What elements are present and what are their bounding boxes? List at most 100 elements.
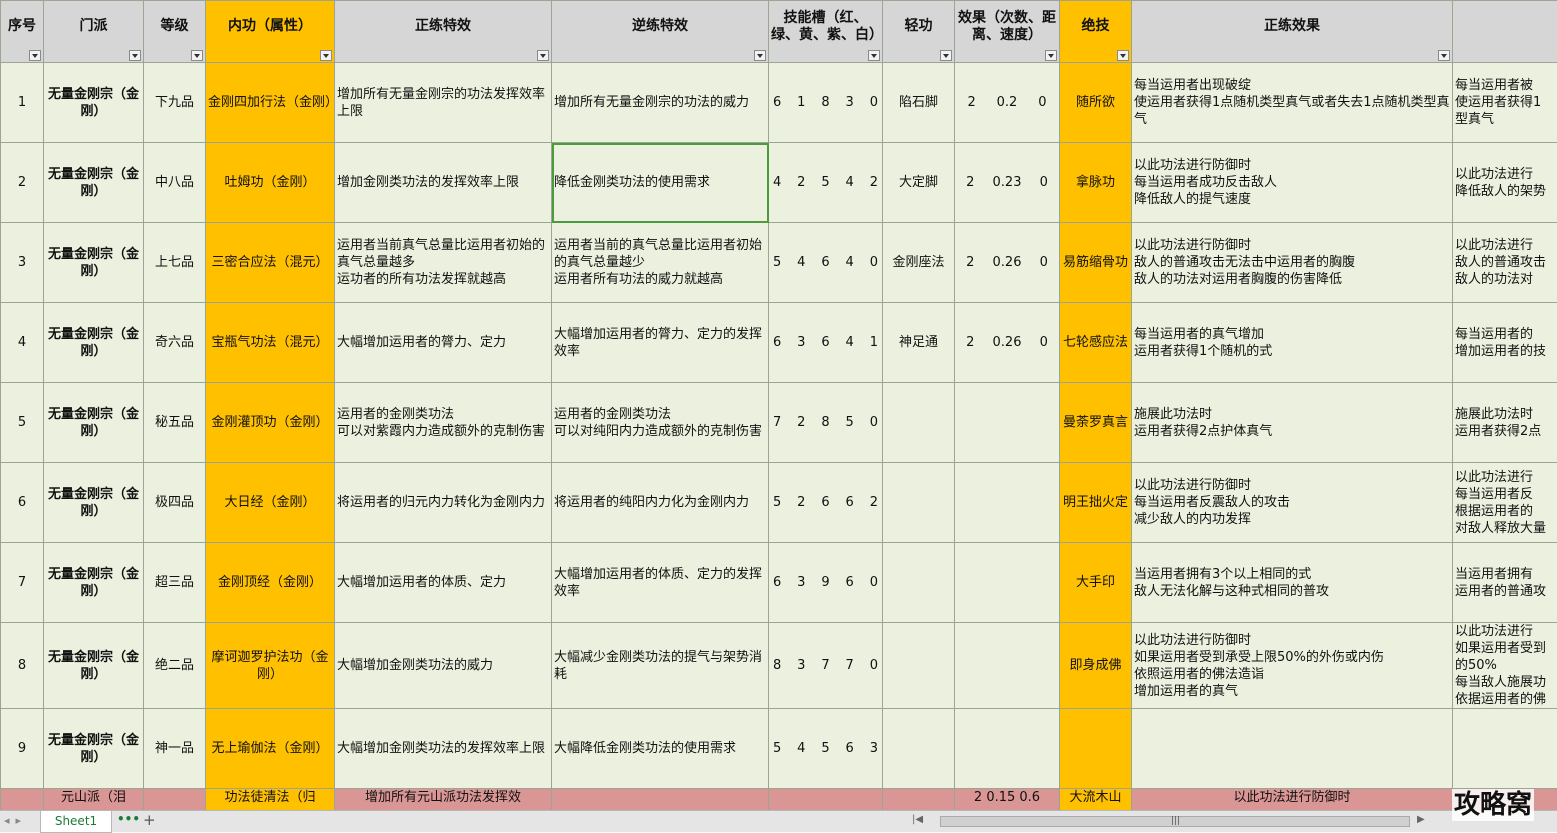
cell-qinggong[interactable]: [883, 463, 955, 543]
column-header[interactable]: 效果（次数、距离、速度）: [955, 1, 1060, 63]
column-header[interactable]: 轻功: [883, 1, 955, 63]
cell-ni-result[interactable]: 以此功法进行每当运用者反根据运用者的对敌人释放大量: [1453, 463, 1557, 543]
cell-ni-effect-special[interactable]: 运用者当前的真气总量比运用者初始的真气总量越少运用者所有功法的威力就越高: [552, 223, 769, 303]
sheet-tab-sheet1[interactable]: Sheet1: [40, 811, 112, 833]
cell-qinggong[interactable]: 神足通: [883, 303, 955, 383]
cell-zheng-result[interactable]: 以此功法进行防御时如果运用者受到承受上限50%的外伤或内伤依照运用者的佛法造诣增…: [1132, 623, 1453, 709]
cell-sect[interactable]: 无量金刚宗（金刚）: [44, 63, 144, 143]
cell-skill-slots[interactable]: 83770: [769, 623, 883, 709]
cell-neigong[interactable]: 大日经（金刚）: [206, 463, 335, 543]
cell-partial[interactable]: 功法徒清法（归: [206, 789, 335, 811]
cell-ni-result[interactable]: 当运用者拥有运用者的普通攻: [1453, 543, 1557, 623]
cell-partial[interactable]: [883, 789, 955, 811]
column-header[interactable]: 正练效果: [1132, 1, 1453, 63]
column-header[interactable]: 正练特效: [335, 1, 552, 63]
cell-neigong[interactable]: 金刚四加行法（金刚）: [206, 63, 335, 143]
cell-neigong[interactable]: 无上瑜伽法（金刚）: [206, 709, 335, 789]
cell-qinggong[interactable]: [883, 383, 955, 463]
filter-dropdown-icon[interactable]: [868, 50, 880, 61]
cell-index[interactable]: 3: [1, 223, 44, 303]
cell-ni-result[interactable]: 以此功法进行降低敌人的架势: [1453, 143, 1557, 223]
column-header[interactable]: 序号: [1, 1, 44, 63]
cell-neigong[interactable]: 宝瓶气功法（混元）: [206, 303, 335, 383]
cell-skill-slots[interactable]: 54640: [769, 223, 883, 303]
cell-ni-effect-special[interactable]: 将运用者的纯阳内力化为金刚内力: [552, 463, 769, 543]
column-header[interactable]: 等级: [144, 1, 206, 63]
cell-ni-result[interactable]: 以此功法进行如果运用者受到的50%每当敌人施展功依据运用者的佛: [1453, 623, 1557, 709]
cell-zheng-result[interactable]: 以此功法进行防御时每当运用者成功反击敌人降低敌人的提气速度: [1132, 143, 1453, 223]
cell-index[interactable]: 8: [1, 623, 44, 709]
filter-dropdown-icon[interactable]: [940, 50, 952, 61]
cell-partial[interactable]: [1, 789, 44, 811]
cell-zheng-effect-special[interactable]: 大幅增加金刚类功法的发挥效率上限: [335, 709, 552, 789]
cell-index[interactable]: 6: [1, 463, 44, 543]
column-header[interactable]: [1453, 1, 1557, 63]
cell-zheng-result[interactable]: 以此功法进行防御时每当运用者反震敌人的攻击减少敌人的内功发挥: [1132, 463, 1453, 543]
cell-effect-values[interactable]: 20.230: [955, 143, 1060, 223]
cell-skill-slots[interactable]: 54563: [769, 709, 883, 789]
cell-sect[interactable]: 无量金刚宗（金刚）: [44, 143, 144, 223]
cell-neigong[interactable]: 金刚灌顶功（金刚）: [206, 383, 335, 463]
cell-ni-effect-special[interactable]: 大幅降低金刚类功法的使用需求: [552, 709, 769, 789]
cell-jueji[interactable]: 曼荼罗真言: [1060, 383, 1132, 463]
column-header[interactable]: 逆练特效: [552, 1, 769, 63]
cell-sect[interactable]: 无量金刚宗（金刚）: [44, 463, 144, 543]
cell-effect-values[interactable]: [955, 463, 1060, 543]
cell-grade[interactable]: 神一品: [144, 709, 206, 789]
filter-dropdown-icon[interactable]: [29, 50, 41, 61]
cell-qinggong[interactable]: [883, 543, 955, 623]
filter-dropdown-icon[interactable]: [320, 50, 332, 61]
cell-zheng-effect-special[interactable]: 增加所有无量金刚宗的功法发挥效率上限: [335, 63, 552, 143]
cell-jueji[interactable]: 即身成佛: [1060, 623, 1132, 709]
cell-sect[interactable]: 无量金刚宗（金刚）: [44, 709, 144, 789]
cell-partial[interactable]: 大流木山: [1060, 789, 1132, 811]
cell-jueji[interactable]: 拿脉功: [1060, 143, 1132, 223]
cell-index[interactable]: 2: [1, 143, 44, 223]
sheet-nav-arrows-icon[interactable]: ◂▸: [4, 814, 27, 827]
filter-dropdown-icon[interactable]: [754, 50, 766, 61]
cell-grade[interactable]: 绝二品: [144, 623, 206, 709]
cell-grade[interactable]: 奇六品: [144, 303, 206, 383]
cell-partial[interactable]: [769, 789, 883, 811]
cell-ni-result[interactable]: [1453, 709, 1557, 789]
scroll-right-arrow-icon[interactable]: ▶: [1417, 814, 1425, 825]
cell-index[interactable]: 1: [1, 63, 44, 143]
cell-neigong[interactable]: 三密合应法（混元）: [206, 223, 335, 303]
cell-sect[interactable]: 无量金刚宗（金刚）: [44, 383, 144, 463]
cell-zheng-effect-special[interactable]: 大幅增加金刚类功法的威力: [335, 623, 552, 709]
cell-qinggong[interactable]: 陷石脚: [883, 63, 955, 143]
cell-index[interactable]: 5: [1, 383, 44, 463]
cell-skill-slots[interactable]: 52662: [769, 463, 883, 543]
column-header[interactable]: 内功（属性）: [206, 1, 335, 63]
filter-dropdown-icon[interactable]: [1117, 50, 1129, 61]
cell-partial[interactable]: 元山派（泪: [44, 789, 144, 811]
cell-jueji[interactable]: [1060, 709, 1132, 789]
column-header[interactable]: 门派: [44, 1, 144, 63]
filter-dropdown-icon[interactable]: [1438, 50, 1450, 61]
cell-qinggong[interactable]: [883, 709, 955, 789]
cell-index[interactable]: 9: [1, 709, 44, 789]
cell-jueji[interactable]: 七轮感应法: [1060, 303, 1132, 383]
cell-zheng-result[interactable]: 每当运用者出现破绽使运用者获得1点随机类型真气或者失去1点随机类型真气: [1132, 63, 1453, 143]
filter-dropdown-icon[interactable]: [537, 50, 549, 61]
cell-qinggong[interactable]: [883, 623, 955, 709]
cell-zheng-result[interactable]: 施展此功法时运用者获得2点护体真气: [1132, 383, 1453, 463]
cell-skill-slots[interactable]: 63960: [769, 543, 883, 623]
cell-qinggong[interactable]: 金刚座法: [883, 223, 955, 303]
cell-zheng-effect-special[interactable]: 大幅增加运用者的体质、定力: [335, 543, 552, 623]
cell-zheng-result[interactable]: 以此功法进行防御时敌人的普通攻击无法击中运用者的胸腹敌人的功法对运用者胸腹的伤害…: [1132, 223, 1453, 303]
cell-effect-values[interactable]: [955, 543, 1060, 623]
cell-partial[interactable]: 增加所有元山派功法发挥效: [335, 789, 552, 811]
cell-ni-result[interactable]: 每当运用者的增加运用者的技: [1453, 303, 1557, 383]
cell-jueji[interactable]: 明王拙火定: [1060, 463, 1132, 543]
cell-ni-effect-special[interactable]: 降低金刚类功法的使用需求: [552, 143, 769, 223]
cell-zheng-effect-special[interactable]: 运用者当前真气总量比运用者初始的真气总量越多运功者的所有功法发挥就越高: [335, 223, 552, 303]
cell-grade[interactable]: 上七品: [144, 223, 206, 303]
cell-grade[interactable]: 下九品: [144, 63, 206, 143]
cell-zheng-result[interactable]: [1132, 709, 1453, 789]
cell-grade[interactable]: 中八品: [144, 143, 206, 223]
cell-effect-values[interactable]: 20.260: [955, 223, 1060, 303]
cell-effect-values[interactable]: [955, 709, 1060, 789]
cell-skill-slots[interactable]: 63641: [769, 303, 883, 383]
cell-ni-effect-special[interactable]: 大幅减少金刚类功法的提气与架势消耗: [552, 623, 769, 709]
